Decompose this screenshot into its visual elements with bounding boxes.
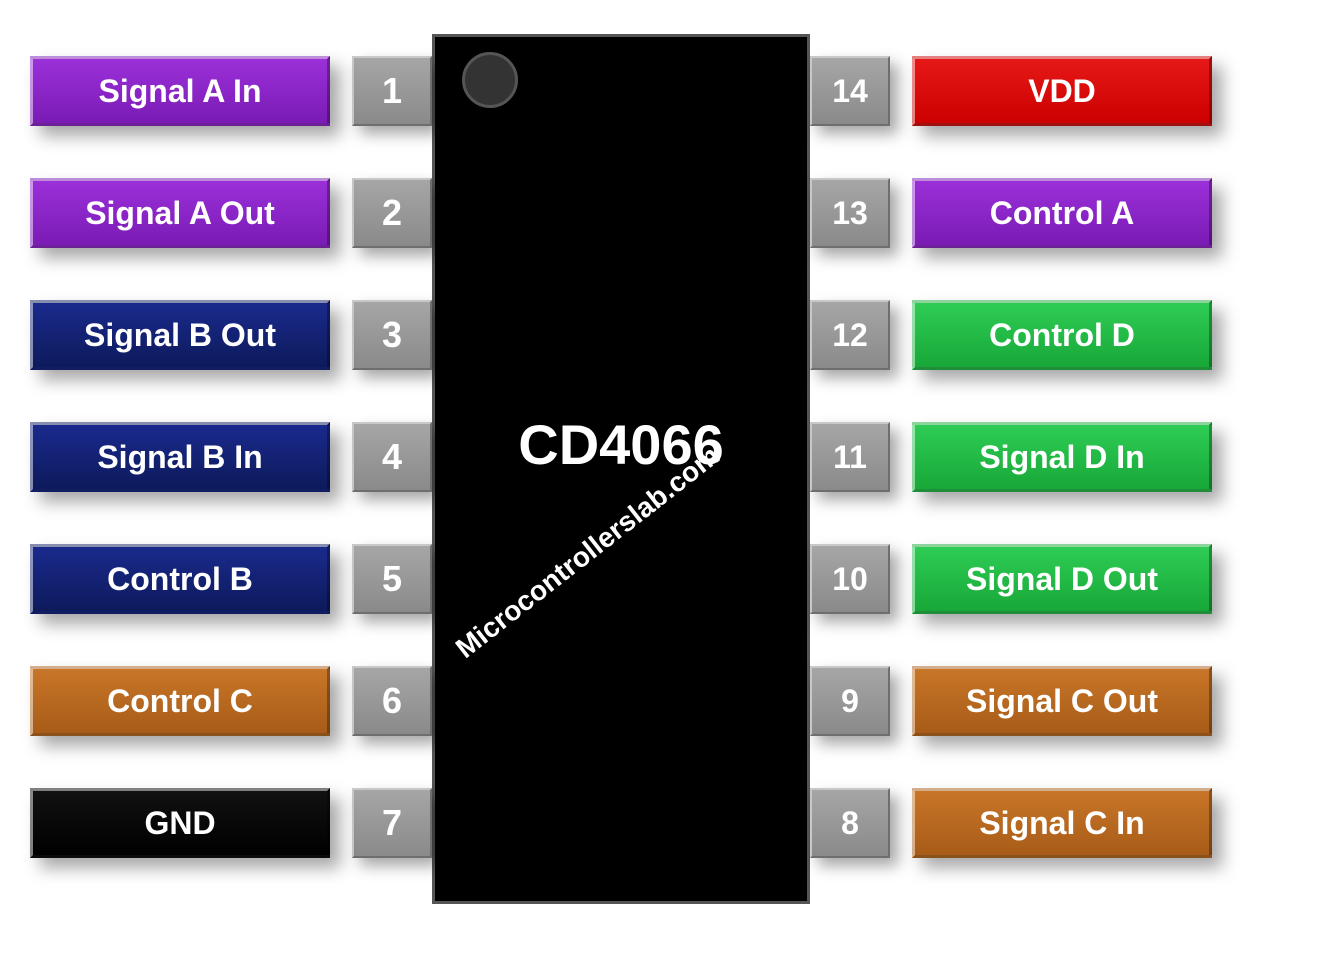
pin-stub-10: 10 — [810, 544, 890, 614]
chip-pin1-dot — [462, 52, 518, 108]
pin-stub-9: 9 — [810, 666, 890, 736]
pin-stub-2: 2 — [352, 178, 432, 248]
pin-label-1: Signal A In — [30, 56, 330, 126]
chip-name: CD4066 — [432, 412, 810, 477]
pin-label-7: GND — [30, 788, 330, 858]
pin-label-10: Signal D Out — [912, 544, 1212, 614]
pin-label-4: Signal B In — [30, 422, 330, 492]
pin-label-3: Signal B Out — [30, 300, 330, 370]
pin-label-14: VDD — [912, 56, 1212, 126]
pin-stub-13: 13 — [810, 178, 890, 248]
pin-label-11: Signal D In — [912, 422, 1212, 492]
pin-stub-8: 8 — [810, 788, 890, 858]
pin-stub-3: 3 — [352, 300, 432, 370]
pin-label-2: Signal A Out — [30, 178, 330, 248]
pin-label-9: Signal C Out — [912, 666, 1212, 736]
pin-stub-11: 11 — [810, 422, 890, 492]
pinout-diagram: CD4066 Microcontrollerslab.com 1Signal A… — [0, 0, 1340, 972]
pin-stub-14: 14 — [810, 56, 890, 126]
pin-label-12: Control D — [912, 300, 1212, 370]
pin-stub-7: 7 — [352, 788, 432, 858]
pin-label-6: Control C — [30, 666, 330, 736]
pin-stub-12: 12 — [810, 300, 890, 370]
pin-stub-1: 1 — [352, 56, 432, 126]
pin-stub-4: 4 — [352, 422, 432, 492]
pin-stub-6: 6 — [352, 666, 432, 736]
pin-label-8: Signal C In — [912, 788, 1212, 858]
pin-label-13: Control A — [912, 178, 1212, 248]
pin-stub-5: 5 — [352, 544, 432, 614]
pin-label-5: Control B — [30, 544, 330, 614]
